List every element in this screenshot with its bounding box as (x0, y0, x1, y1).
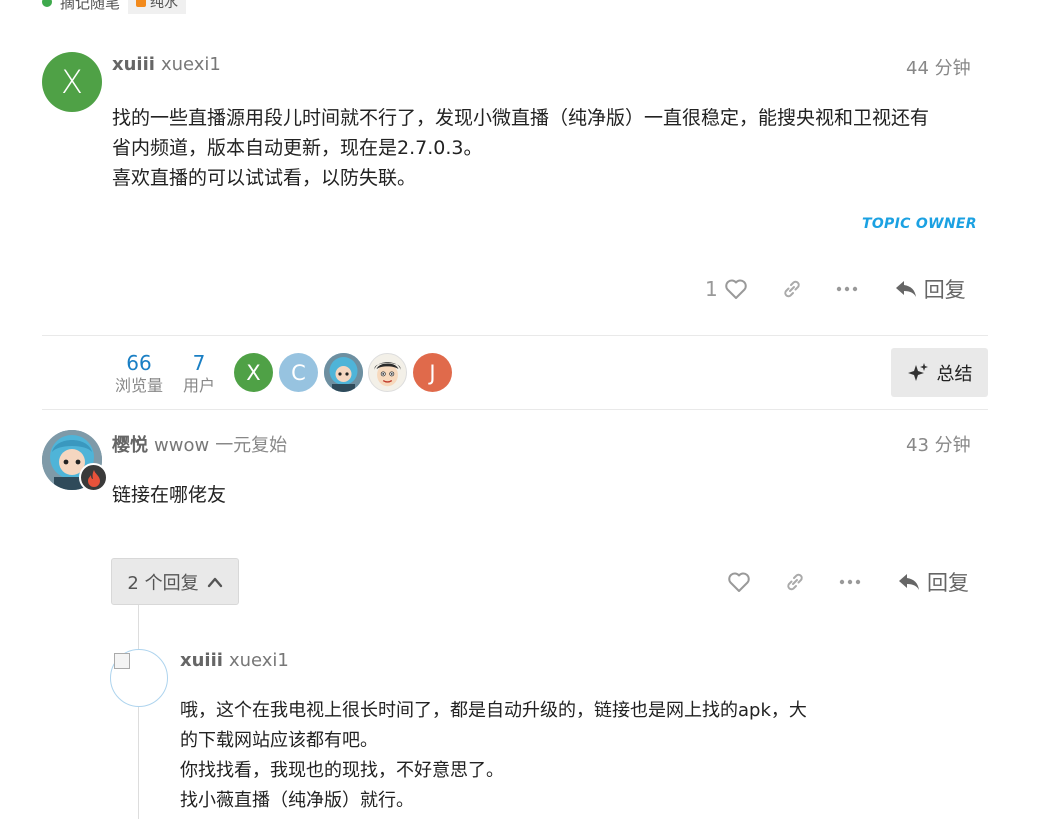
link-icon (784, 280, 800, 298)
users-label: 用户 (182, 376, 215, 395)
post-date[interactable]: 44 分钟 (906, 54, 971, 80)
participant-letter: J (429, 360, 436, 385)
summarize-label: 总结 (936, 363, 973, 385)
like-count: 1 (705, 277, 718, 301)
post-actions: 1 回复 (705, 274, 966, 304)
username[interactable]: xuiii (180, 650, 223, 671)
reply-body: 哦，这个在我电视上很长时间了，都是自动升级的，链接也是网上找的apk，大 的下载… (180, 696, 900, 816)
post-header: 樱悦 wwow 一元复始 (112, 431, 287, 457)
reply-label: 回复 (927, 571, 969, 595)
post-line: 喜欢直播的可以试试看，以防失联。 (112, 167, 417, 189)
reply-arrow-icon (895, 281, 916, 297)
participant-avatar[interactable] (324, 353, 363, 392)
reply-line: 哦，这个在我电视上很长时间了，都是自动升级的，链接也是网上找的apk，大 (180, 700, 807, 721)
participant-avatar[interactable]: C (279, 353, 318, 392)
views-stat: 66 浏览量 (112, 351, 166, 397)
tag-chip[interactable]: 纯水 (128, 0, 187, 14)
more-button[interactable] (839, 578, 861, 586)
tag-label: 纯水 (150, 0, 179, 11)
user-title: 一元复始 (215, 435, 288, 456)
summarize-button[interactable]: 总结 (891, 348, 988, 397)
full-name[interactable]: wwow (154, 435, 209, 456)
avatar[interactable] (110, 649, 168, 707)
anime-avatar-icon (324, 353, 363, 392)
flame-icon (87, 469, 100, 487)
full-name[interactable]: xuexi1 (229, 650, 289, 671)
copy-link-button[interactable] (780, 278, 804, 300)
avatar[interactable]: X (42, 52, 102, 112)
like-button[interactable]: 1 (705, 277, 748, 301)
post-line: 省内频道，版本自动更新，现在是2.7.0.3。 (112, 137, 483, 159)
broken-image-icon (114, 653, 130, 669)
avatar-letter: X (61, 63, 83, 101)
category-label[interactable]: 摘记随笔 (60, 0, 120, 13)
ellipsis-icon (836, 286, 857, 292)
heart-icon (724, 279, 747, 299)
copy-link-button[interactable] (783, 571, 807, 593)
replies-count-label: 2 个回复 (127, 572, 199, 594)
chevron-up-icon (207, 577, 222, 587)
reply-line: 你找找看，我现也的现找，不好意思了。 (180, 760, 504, 781)
participant-avatar[interactable]: X (234, 353, 273, 392)
thread-line (138, 605, 139, 819)
reply-header: xuiii xuexi1 (180, 650, 289, 671)
topic-owner-badge: TOPIC OWNER (862, 216, 977, 232)
post-body: 链接在哪佬友 (112, 480, 972, 510)
users-stat[interactable]: 7 用户 (180, 351, 218, 397)
category-tags: 摘记随笔 纯水 (42, 0, 187, 14)
topic-page: 摘记随笔 纯水 X xuiii xuexi1 44 分钟 找的一些直播源用段儿时… (0, 0, 1058, 819)
like-button[interactable] (727, 571, 751, 593)
post-line: 链接在哪佬友 (112, 484, 227, 506)
post-line: 找的一些直播源用段儿时间就不行了，发现小微直播（纯净版）一直很稳定，能搜央视和卫… (112, 107, 930, 129)
post-actions: 回复 (727, 567, 969, 597)
participant-letter: X (246, 360, 261, 385)
username[interactable]: 樱悦 (112, 431, 148, 457)
show-replies-button[interactable]: 2 个回复 (111, 558, 239, 605)
tag-icon (136, 0, 147, 7)
user-flair (79, 463, 108, 492)
participant-avatar[interactable]: J (413, 353, 452, 392)
reply-arrow-icon (899, 574, 919, 590)
reply-button[interactable]: 回复 (894, 274, 966, 304)
reply-line: 的下载网站应该都有吧。 (180, 730, 378, 751)
post-date[interactable]: 43 分钟 (906, 431, 971, 457)
username[interactable]: xuiii (112, 54, 155, 75)
reply-line: 找小薇直播（纯净版）就行。 (180, 790, 414, 811)
cartoon-face-icon (374, 362, 401, 387)
views-label: 浏览量 (114, 376, 163, 395)
full-name[interactable]: xuexi1 (161, 54, 221, 75)
divider (42, 409, 988, 410)
users-count: 7 (192, 351, 206, 375)
views-count: 66 (126, 351, 152, 375)
reply-button[interactable]: 回复 (897, 567, 969, 597)
post-header: xuiii xuexi1 (112, 54, 221, 75)
ellipsis-icon (839, 579, 861, 585)
more-button[interactable] (836, 285, 858, 293)
divider (42, 335, 988, 336)
participant-avatar[interactable] (368, 353, 407, 392)
participant-letter: C (291, 360, 306, 385)
category-dot-icon (42, 0, 52, 7)
heart-icon (728, 572, 750, 592)
link-icon (787, 573, 803, 591)
post-body: 找的一些直播源用段儿时间就不行了，发现小微直播（纯净版）一直很稳定，能搜央视和卫… (112, 103, 982, 193)
reply-label: 回复 (923, 278, 966, 302)
sparkle-icon (907, 362, 928, 381)
